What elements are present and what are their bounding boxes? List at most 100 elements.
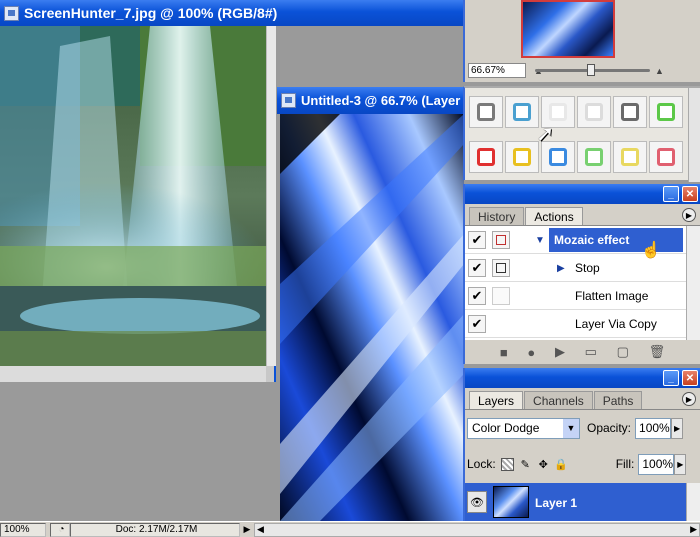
lock-brush-icon[interactable]: ✎ <box>519 458 532 471</box>
style-swatch[interactable] <box>505 141 539 173</box>
styles-scrollbar[interactable] <box>688 88 700 182</box>
palette-minimize-button[interactable]: _ <box>663 370 679 386</box>
fill-arrow-icon[interactable]: ▶ <box>674 453 687 475</box>
style-swatch-icon <box>585 148 603 166</box>
style-swatch-icon <box>513 103 531 121</box>
fill-field[interactable]: 100% <box>638 453 675 475</box>
checkmark-icon[interactable]: ✔ <box>468 259 486 277</box>
style-swatch-icon <box>549 148 567 166</box>
style-swatch[interactable] <box>613 96 647 128</box>
dialog-toggle-icon[interactable] <box>492 259 510 277</box>
styles-panel <box>463 86 700 182</box>
waterfall-image[interactable] <box>0 26 266 366</box>
dialog-toggle-icon[interactable] <box>492 287 510 305</box>
checkmark-icon[interactable]: ✔ <box>468 315 486 333</box>
style-swatch-icon <box>657 103 675 121</box>
doc-size: Doc: 2.17M/2.17M <box>70 522 240 537</box>
style-swatch[interactable] <box>577 141 611 173</box>
layer-thumbnail[interactable] <box>493 486 529 518</box>
style-swatch-icon <box>477 148 495 166</box>
layer-name: Layer 1 <box>535 496 578 510</box>
checkmark-icon[interactable]: ✔ <box>468 231 486 249</box>
scroll-left-icon[interactable]: ◀ <box>257 524 264 535</box>
style-swatch[interactable] <box>505 96 539 128</box>
actions-panel: _ ✕ History Actions ▶ ✔ ▼ Mozaic effect … <box>463 184 700 364</box>
action-label: Layer Via Copy <box>575 317 657 331</box>
window2-titlebar[interactable]: Untitled-3 @ 66.7% (Layer <box>277 87 467 114</box>
blend-mode-select[interactable]: Color Dodge ▼ <box>467 417 580 439</box>
style-swatch[interactable] <box>613 141 647 173</box>
record-icon[interactable]: ● <box>527 345 535 360</box>
style-swatch[interactable] <box>649 141 683 173</box>
mouse-pointer-icon: ➚ <box>536 121 555 146</box>
navigator-zoom-field[interactable]: 66.67% <box>468 63 526 78</box>
palette-minimize-button[interactable]: _ <box>663 186 679 202</box>
actions-list: ✔ ▼ Mozaic effect ✔ ▶ Stop ✔ Flatten Ima… <box>465 226 686 340</box>
actions-tabs: History Actions ▶ <box>465 204 700 226</box>
style-swatch[interactable] <box>649 96 683 128</box>
panel-menu-icon[interactable]: ▶ <box>682 208 696 222</box>
layers-titlebar[interactable]: _ ✕ <box>465 368 700 388</box>
style-swatch[interactable] <box>577 96 611 128</box>
style-swatch-icon <box>549 103 567 121</box>
lock-all-icon[interactable]: 🔒 <box>554 458 568 471</box>
style-swatch-icon <box>513 148 531 166</box>
panel-menu-icon[interactable]: ▶ <box>682 392 696 406</box>
navigator-slider-knob[interactable] <box>587 64 595 76</box>
dialog-toggle-icon[interactable] <box>492 231 510 249</box>
blend-mode-value: Color Dodge <box>472 421 540 435</box>
new-set-icon[interactable]: ▭ <box>585 344 597 360</box>
tab-channels[interactable]: Channels <box>524 391 593 409</box>
palette-close-button[interactable]: ✕ <box>682 370 698 386</box>
opacity-field[interactable]: 100% <box>635 417 672 439</box>
blue-streak-canvas[interactable] <box>280 114 464 521</box>
image-horizontal-scrollbar[interactable] <box>0 366 266 382</box>
image-vertical-scrollbar[interactable] <box>266 26 276 366</box>
opacity-arrow-icon[interactable]: ▶ <box>671 417 684 439</box>
style-swatch[interactable] <box>469 96 503 128</box>
new-action-icon[interactable]: ▢ <box>617 344 629 360</box>
chevron-down-icon[interactable]: ▼ <box>563 418 579 438</box>
list-item[interactable]: ✔ Flatten Image <box>465 282 686 310</box>
tab-layers[interactable]: Layers <box>469 391 524 409</box>
trash-icon[interactable]: 🗑 <box>649 344 666 360</box>
expand-triangle-icon[interactable]: ▼ <box>535 235 545 246</box>
tab-history[interactable]: History <box>469 207 525 225</box>
scroll-right-icon[interactable]: ▶ <box>690 524 697 535</box>
stop-icon[interactable]: ■ <box>500 345 508 360</box>
zoom-in-icon[interactable]: ▲ <box>655 66 664 76</box>
list-item[interactable]: ✔ Layer Via Copy <box>465 310 686 338</box>
tab-paths[interactable]: Paths <box>593 391 643 409</box>
layer-row[interactable]: 👁 Layer 1 <box>465 483 686 521</box>
layers-panel: _ ✕ Layers Channels Paths ▶ Color Dodge … <box>463 368 700 521</box>
expand-triangle-icon[interactable]: ▶ <box>557 263 565 274</box>
eye-icon[interactable]: 👁 <box>467 491 487 513</box>
document-icon <box>4 5 19 21</box>
navigator-panel: 66.67% ▲ ▲ <box>463 0 700 82</box>
zoom-field[interactable]: 100% <box>0 522 46 537</box>
tab-actions[interactable]: Actions <box>525 207 583 225</box>
navigator-thumbnail[interactable] <box>521 0 615 58</box>
mouse-pointer-hand-icon: ☝ <box>641 242 661 259</box>
layers-scrollbar[interactable] <box>686 483 700 521</box>
palette-close-button[interactable]: ✕ <box>682 186 698 202</box>
status-icon[interactable]: ◔ <box>50 522 70 537</box>
style-swatch-icon <box>585 103 603 121</box>
lock-move-icon[interactable]: ✥ <box>537 458 550 471</box>
style-swatch-icon <box>621 103 639 121</box>
play-icon[interactable]: ▶ <box>555 344 565 360</box>
fill-label: Fill: <box>615 457 635 471</box>
layers-tabs: Layers Channels Paths ▶ <box>465 388 700 410</box>
style-swatch[interactable] <box>469 141 503 173</box>
style-swatch-icon <box>477 103 495 121</box>
lock-transparency-icon[interactable] <box>500 457 514 471</box>
actions-scrollbar[interactable] <box>686 226 700 340</box>
image-window-body <box>0 26 276 382</box>
status-menu-arrow-icon[interactable]: ▶ <box>240 524 254 535</box>
lock-label: Lock: <box>467 457 496 471</box>
document-icon <box>281 93 296 108</box>
actions-titlebar[interactable]: _ ✕ <box>465 184 700 204</box>
status-scrollbar[interactable]: ◀ ▶ <box>254 522 700 537</box>
checkmark-icon[interactable]: ✔ <box>468 287 486 305</box>
actions-toolbar: ■ ● ▶ ▭ ▢ 🗑 <box>465 342 700 362</box>
